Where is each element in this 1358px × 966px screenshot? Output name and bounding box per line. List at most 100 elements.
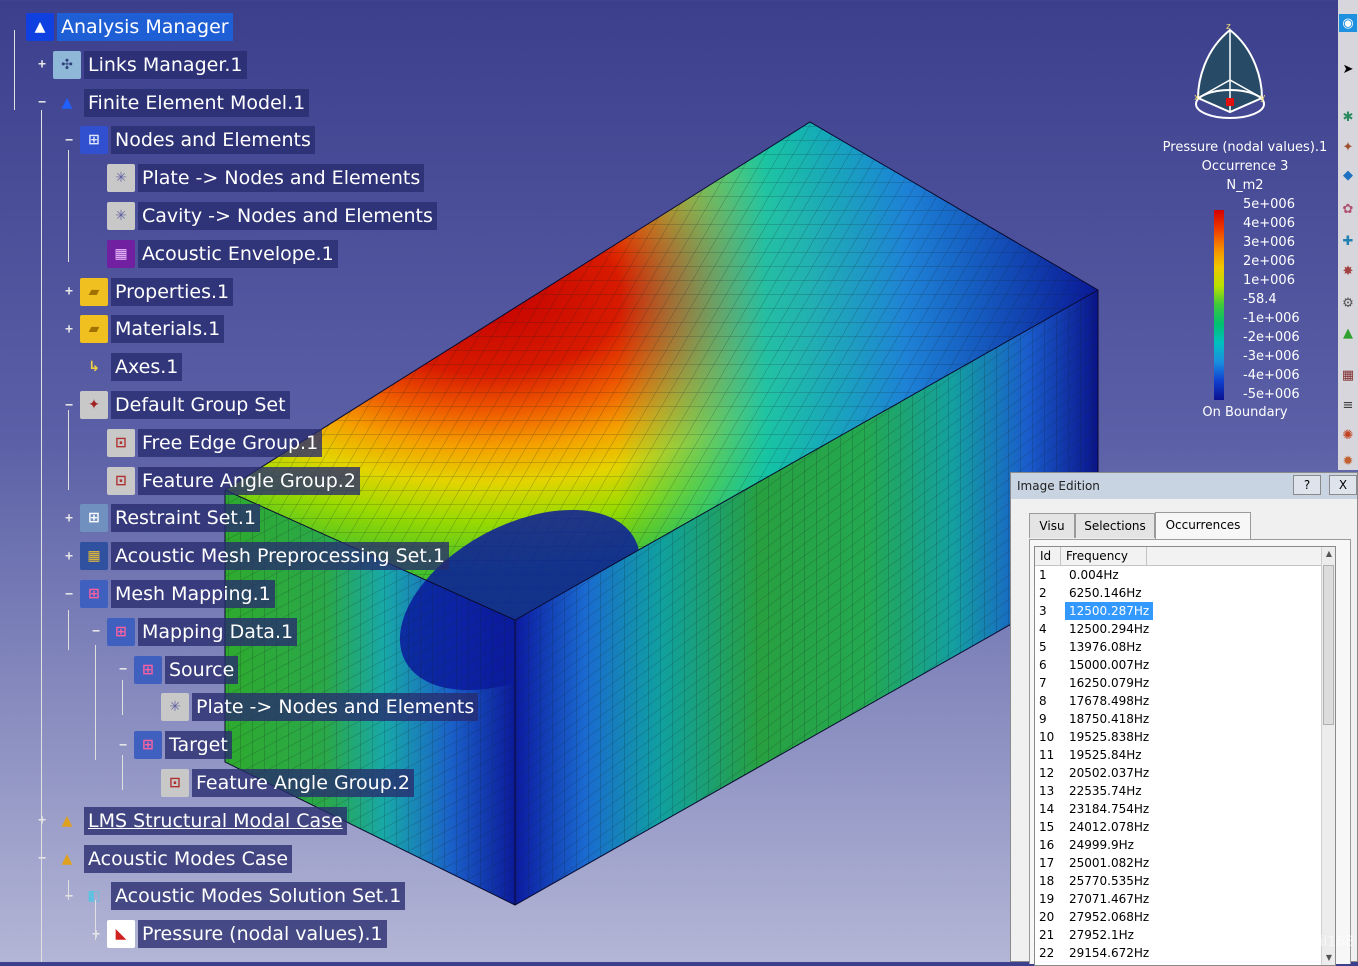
table-row[interactable]: 13 22535.74Hz	[1035, 782, 1321, 800]
tree-node[interactable]: ⊡ Feature Angle Group.2	[143, 768, 414, 798]
tree-node-label[interactable]: Acoustic Envelope.1	[138, 239, 338, 268]
table-row[interactable]: 16 24999.9Hz	[1035, 836, 1321, 854]
table-row[interactable]: 10 19525.838Hz	[1035, 728, 1321, 746]
tree-node[interactable]: −▲ Acoustic Modes Case	[35, 844, 293, 874]
tree-node-label[interactable]: Links Manager.1	[84, 50, 247, 79]
tree-node[interactable]: ✳ Plate -> Nodes and Elements	[143, 692, 479, 722]
collapse-icon[interactable]: −	[62, 398, 76, 412]
tree-node[interactable]: + ◣Pressure (nodal values).1	[89, 919, 387, 949]
tree-node-label[interactable]: Properties.1	[111, 277, 234, 306]
expand-icon[interactable]: +	[62, 285, 76, 299]
table-row[interactable]: 5 13976.08Hz	[1035, 638, 1321, 656]
restraint-tool-icon[interactable]: ✚	[1339, 232, 1357, 250]
close-button[interactable]: X	[1329, 475, 1357, 495]
tree-node[interactable]: ▲ Analysis Manager	[8, 12, 233, 42]
tree-node-label[interactable]: Target	[165, 731, 232, 760]
compass-toolbar-icon[interactable]: ◉	[1339, 14, 1357, 32]
tree-node-label[interactable]: Restraint Set.1	[111, 504, 260, 533]
table-row[interactable]: 1 0.004Hz	[1035, 566, 1321, 584]
collapse-icon[interactable]: −	[35, 96, 49, 110]
tree-node[interactable]: ⊡ Feature Angle Group.2	[89, 466, 360, 496]
select-arrow-icon[interactable]: ➤	[1339, 60, 1357, 78]
tree-node[interactable]: + ⊞ Restraint Set.1	[62, 503, 260, 533]
tree-node-label[interactable]: Materials.1	[111, 315, 225, 344]
occurrence-list[interactable]: Id Frequency 1 0.004Hz 2 6250.146Hz 3 12500.2…	[1034, 546, 1336, 966]
table-row[interactable]: 18 25770.535Hz	[1035, 872, 1321, 890]
tree-node-label[interactable]: Mesh Mapping.1	[111, 580, 275, 608]
table-row[interactable]: 2 6250.146Hz	[1035, 584, 1321, 602]
expand-icon[interactable]: +	[35, 58, 49, 72]
table-row[interactable]: 8 17678.498Hz	[1035, 692, 1321, 710]
envelope-tool-icon[interactable]: ◆	[1339, 166, 1357, 184]
table-row[interactable]: 7 16250.079Hz	[1035, 674, 1321, 692]
load-tool-icon[interactable]: ✸	[1339, 262, 1357, 280]
tree-node-label[interactable]: Free Edge Group.1	[138, 428, 323, 457]
expand-icon[interactable]: +	[89, 927, 103, 941]
tree-node-label[interactable]: Analysis Manager	[57, 13, 233, 41]
compute-tool-icon[interactable]: ▲	[1339, 324, 1357, 342]
tree-node[interactable]: + ▦ Acoustic Mesh Preprocessing Set.1	[62, 541, 449, 571]
table-row[interactable]: 19 27071.467Hz	[1035, 890, 1321, 908]
table-row[interactable]: 20 27952.068Hz	[1035, 908, 1321, 926]
table-row[interactable]: 14 23184.754Hz	[1035, 800, 1321, 818]
tab-occurrences[interactable]: Occurrences	[1155, 512, 1251, 539]
tree-node-label[interactable]: Cavity -> Nodes and Elements	[138, 202, 437, 230]
collapse-icon[interactable]: −	[62, 889, 76, 903]
dialog-title-bar[interactable]: Image Edition ? X	[1011, 473, 1357, 499]
tree-node[interactable]: + ▰ Materials.1	[62, 314, 225, 344]
tree-node[interactable]: − ▲ Finite Element Model.1	[35, 88, 310, 118]
tree-node-label[interactable]: Feature Angle Group.2	[138, 466, 360, 495]
table-row[interactable]: 15 24012.078Hz	[1035, 818, 1321, 836]
expand-icon[interactable]: +	[35, 814, 49, 828]
tree-node-label[interactable]: Nodes and Elements	[111, 126, 315, 155]
tree-node[interactable]: ✳ Cavity -> Nodes and Elements	[89, 201, 437, 231]
list-scrollbar[interactable]: ▲ ▼	[1321, 547, 1335, 965]
column-header-id[interactable]: Id	[1035, 547, 1061, 565]
tree-node[interactable]: −◧ Acoustic Modes Solution Set.1	[62, 881, 406, 911]
collapse-icon[interactable]: −	[62, 587, 76, 601]
tree-node-label[interactable]: Acoustic Modes Case	[84, 844, 293, 873]
tree-node-label[interactable]: Acoustic Modes Solution Set.1	[111, 882, 406, 911]
table-row[interactable]: 6 15000.007Hz	[1035, 656, 1321, 674]
expand-icon[interactable]: +	[62, 322, 76, 336]
table-row[interactable]: 11 19525.84Hz	[1035, 746, 1321, 764]
tree-node[interactable]: + ▰ Properties.1	[62, 277, 234, 307]
image-tool-icon[interactable]: ▦	[1339, 366, 1357, 384]
tree-node-label[interactable]: LMS Structural Modal Case	[84, 806, 347, 835]
tree-node-label[interactable]: Acoustic Mesh Preprocessing Set.1	[111, 542, 449, 571]
collapse-icon[interactable]: −	[89, 625, 103, 639]
tab-visu[interactable]: Visu	[1029, 513, 1075, 538]
tree-node[interactable]: ⊡ Free Edge Group.1	[89, 428, 323, 458]
report-tool-icon[interactable]: ≡	[1339, 396, 1357, 414]
tab-selections[interactable]: Selections	[1075, 513, 1155, 538]
expand-icon[interactable]: +	[62, 549, 76, 563]
tree-node-label[interactable]: Axes.1	[111, 353, 183, 382]
tree-node[interactable]: − ✦ Default Group Set	[62, 390, 290, 420]
tree-node[interactable]: − ⊞ Nodes and Elements	[62, 125, 315, 155]
tree-node[interactable]: ↳ Axes.1	[62, 352, 183, 382]
table-row[interactable]: 9 18750.418Hz	[1035, 710, 1321, 728]
tree-node[interactable]: − ⊞ Mesh Mapping.1	[62, 579, 275, 609]
table-row[interactable]: 3 12500.287Hz	[1035, 602, 1321, 620]
deform-tool-icon[interactable]: ✹	[1339, 452, 1357, 470]
mapping-tool-icon[interactable]: ✦	[1339, 138, 1357, 156]
collapse-icon[interactable]: −	[62, 133, 76, 147]
tree-node-label[interactable]: Mapping Data.1	[138, 617, 298, 646]
tree-node[interactable]: + ▲ LMS Structural Modal Case	[35, 806, 347, 836]
table-row[interactable]: 17 25001.082Hz	[1035, 854, 1321, 872]
tree-node[interactable]: − ⊞ Target	[116, 730, 232, 760]
tree-node-label[interactable]: Default Group Set	[111, 391, 290, 419]
compass-widget[interactable]: z x y	[1190, 20, 1270, 130]
collapse-icon[interactable]: −	[116, 738, 130, 752]
help-button[interactable]: ?	[1293, 475, 1321, 495]
tree-node[interactable]: + ✣ Links Manager.1	[35, 50, 247, 80]
scroll-up-icon[interactable]: ▲	[1322, 547, 1335, 561]
animate-tool-icon[interactable]: ✺	[1339, 426, 1357, 444]
tree-node-label[interactable]: Feature Angle Group.2	[192, 769, 414, 797]
mesh-tool-icon[interactable]: ✱	[1339, 108, 1357, 126]
scroll-down-icon[interactable]: ▼	[1322, 951, 1335, 965]
tree-node[interactable]: ▦ Acoustic Envelope.1	[89, 239, 338, 269]
column-header-frequency[interactable]: Frequency	[1061, 547, 1147, 565]
sensor-tool-icon[interactable]: ⚙	[1339, 294, 1357, 312]
tree-node-label[interactable]: Pressure (nodal values).1	[138, 920, 387, 949]
